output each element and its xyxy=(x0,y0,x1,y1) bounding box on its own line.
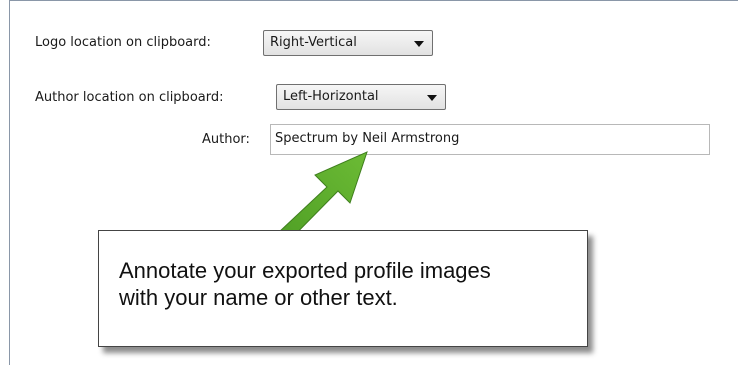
logo-location-dropdown[interactable]: Right-Vertical xyxy=(263,30,433,56)
author-location-value: Left-Horizontal xyxy=(283,89,379,104)
logo-location-label: Logo location on clipboard: xyxy=(35,35,211,50)
callout-line-1: Annotate your exported profile images xyxy=(119,258,491,283)
author-location-label: Author location on clipboard: xyxy=(35,90,224,105)
author-location-dropdown[interactable]: Left-Horizontal xyxy=(276,84,446,110)
annotation-callout: Annotate your exported profile images wi… xyxy=(98,230,588,347)
chevron-down-icon xyxy=(414,41,424,47)
callout-line-2: with your name or other text. xyxy=(119,285,398,310)
chevron-down-icon xyxy=(427,95,437,101)
logo-location-value: Right-Vertical xyxy=(270,35,357,50)
